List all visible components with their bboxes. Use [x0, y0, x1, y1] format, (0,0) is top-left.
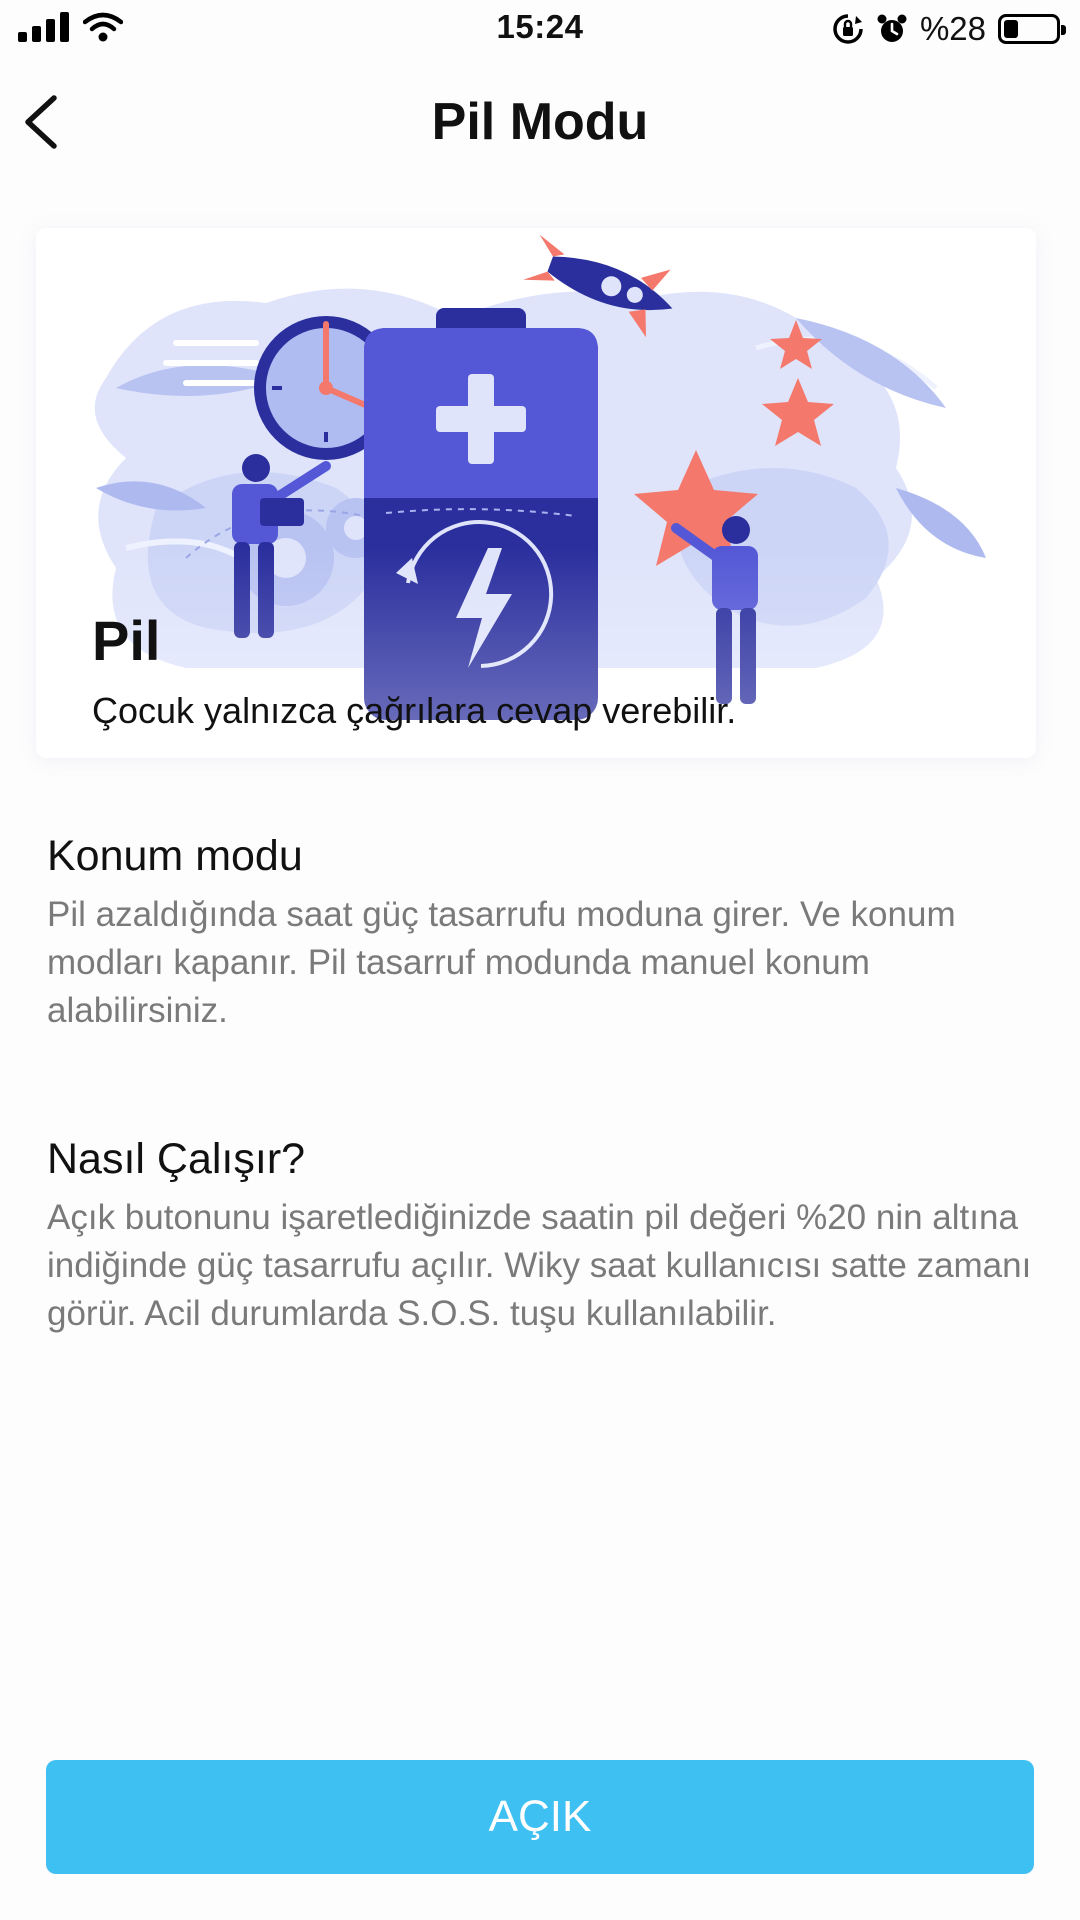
battery-icon — [998, 14, 1066, 44]
chevron-left-icon — [25, 95, 57, 149]
alarm-icon — [877, 14, 907, 42]
how-it-works-section: Nasıl Çalışır? Açık butonunu işaretlediğ… — [47, 1135, 1037, 1338]
rotation-lock-icon — [833, 14, 863, 44]
hero-card: Pil Çocuk yalnızca çağrılara cevap vereb… — [36, 228, 1036, 758]
turn-on-button[interactable]: AÇIK — [46, 1760, 1034, 1874]
status-bar: 15:24 %28 — [0, 0, 1080, 64]
nav-header: Pil Modu — [0, 72, 1080, 172]
status-right: %28 — [832, 10, 1066, 48]
page-title: Pil Modu — [431, 93, 649, 151]
hero-title: Pil — [92, 609, 161, 672]
section-body: Pil azaldığında saat güç tasarrufu modun… — [47, 895, 956, 1030]
section-body: Açık butonunu işaretlediğinizde saatin p… — [47, 1198, 1032, 1333]
battery-mode-illustration — [36, 234, 1036, 758]
battery-level-fill — [1004, 20, 1018, 38]
section-title: Nasıl Çalışır? — [47, 1135, 306, 1183]
section-title: Konum modu — [47, 832, 303, 880]
location-mode-section: Konum modu Pil azaldığında saat güç tasa… — [47, 832, 1037, 1035]
back-button[interactable] — [14, 90, 78, 154]
hero-subtitle: Çocuk yalnızca çağrılara cevap verebilir… — [92, 690, 737, 731]
battery-percentage: %28 — [919, 10, 986, 47]
